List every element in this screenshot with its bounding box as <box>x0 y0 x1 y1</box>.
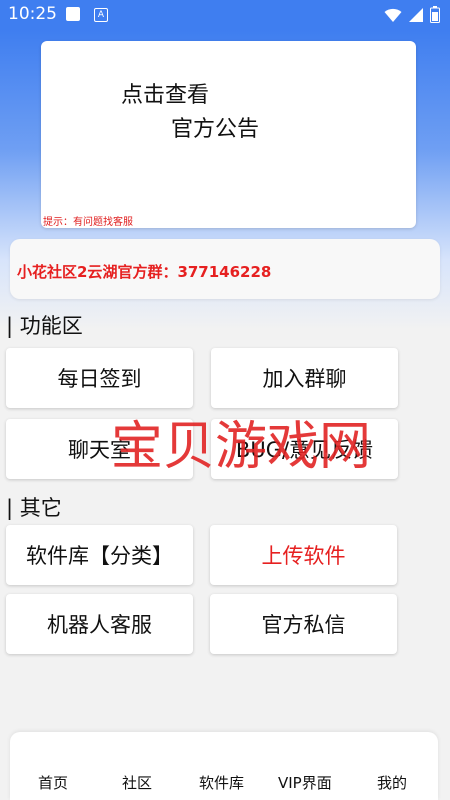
chat-room-button[interactable]: 聊天室 <box>6 419 193 479</box>
nav-home[interactable]: 首页 <box>38 772 68 793</box>
bug-feedback-button[interactable]: BUG/意见反馈 <box>211 419 398 479</box>
battery-icon <box>430 6 440 23</box>
software-library-category-button[interactable]: 软件库【分类】 <box>6 525 193 585</box>
announcement-card[interactable]: 点击查看 官方公告 提示：有问题找客服 <box>41 41 416 228</box>
upload-software-button[interactable]: 上传软件 <box>210 525 397 585</box>
announcement-hint: 提示：有问题找客服 <box>43 217 133 228</box>
functions-section-title: | 功能区 <box>6 314 83 338</box>
group-info-bar[interactable]: 小花社区2云湖官方群：377146228 <box>10 239 440 299</box>
group-info-text: 小花社区2云湖官方群：377146228 <box>17 263 272 281</box>
status-time: 10:25 <box>8 4 57 24</box>
status-icons <box>384 6 440 23</box>
bottom-navigation: 首页 社区 软件库 VIP界面 我的 <box>10 732 438 800</box>
notification-app-icon: A <box>94 8 108 22</box>
nav-mine[interactable]: 我的 <box>377 772 407 793</box>
wifi-icon <box>384 8 402 22</box>
nav-vip[interactable]: VIP界面 <box>278 772 332 793</box>
others-section-title: | 其它 <box>6 496 62 520</box>
notification-square-icon <box>66 7 80 21</box>
announcement-line-2: 官方公告 <box>171 117 260 142</box>
daily-checkin-button[interactable]: 每日签到 <box>6 348 193 408</box>
nav-community[interactable]: 社区 <box>122 772 152 793</box>
robot-service-button[interactable]: 机器人客服 <box>6 594 193 654</box>
official-message-button[interactable]: 官方私信 <box>210 594 397 654</box>
signal-icon <box>409 7 423 22</box>
announcement-line-1: 点击查看 <box>121 83 210 108</box>
nav-software-library[interactable]: 软件库 <box>199 772 244 793</box>
join-group-button[interactable]: 加入群聊 <box>211 348 398 408</box>
status-bar: 10:25 A <box>0 0 450 30</box>
